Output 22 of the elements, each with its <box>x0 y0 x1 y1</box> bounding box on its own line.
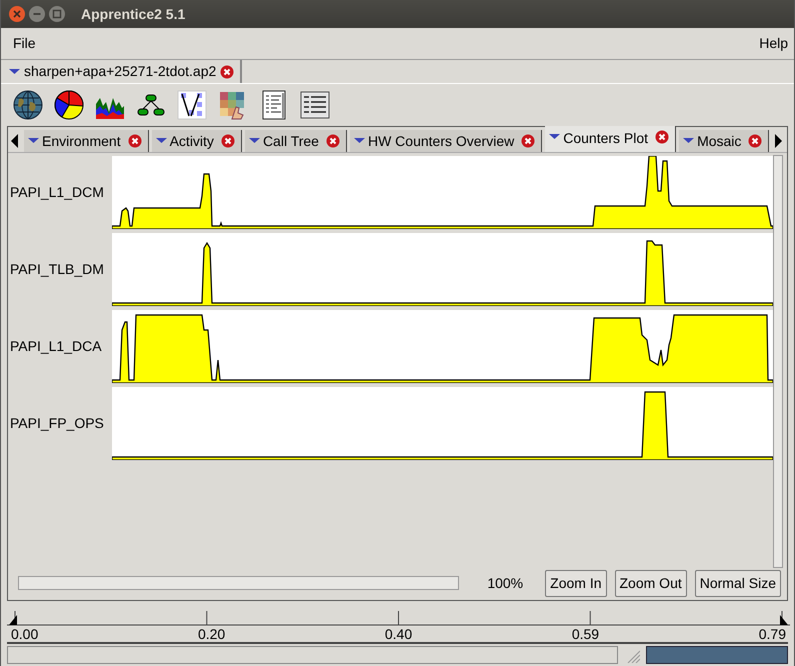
counter-label: PAPI_L1_DCM <box>9 183 105 202</box>
counter-label: PAPI_TLB_DM <box>9 260 105 279</box>
tab[interactable]: Call Tree <box>244 130 347 152</box>
ruler-tick-label: 0.59 <box>572 626 600 642</box>
zoom-percent: 100% <box>487 574 524 592</box>
ruler-tick-label: 0.40 <box>384 626 412 642</box>
tab[interactable]: Activity <box>152 130 242 152</box>
zoom-button[interactable]: Zoom Out <box>614 570 687 596</box>
window-title: Apprentice2 5.1 <box>81 4 186 24</box>
ruler-tick-label: 0.79 <box>758 626 786 642</box>
tab[interactable]: Mosaic <box>679 130 770 152</box>
tab[interactable]: Environment <box>24 130 149 152</box>
counter-label: PAPI_L1_DCA <box>9 337 103 356</box>
ruler-tick-label: 0.00 <box>11 626 38 642</box>
counter-label: PAPI_FP_OPS <box>9 414 105 433</box>
menu-item[interactable]: Help <box>759 33 788 54</box>
zoom-button[interactable]: Zoom In <box>545 570 606 596</box>
zoom-button[interactable]: Normal Size <box>694 570 781 596</box>
tab[interactable]: Counters Plot <box>545 126 676 152</box>
ruler-tick-label: 0.20 <box>198 626 226 642</box>
menu-item[interactable]: File <box>13 33 36 54</box>
tab[interactable]: HW Counters Overview <box>350 130 542 152</box>
